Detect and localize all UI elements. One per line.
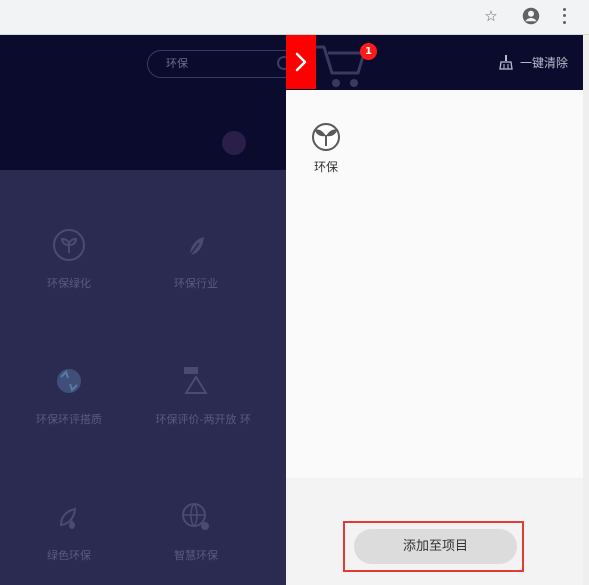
category-label: 智慧环保 xyxy=(174,549,218,562)
star-icon[interactable]: ☆ xyxy=(482,7,500,25)
leaf-water-icon xyxy=(59,507,77,529)
cart-icon[interactable] xyxy=(312,39,368,91)
chevron-right-icon xyxy=(295,52,307,72)
more-vert-icon[interactable] xyxy=(558,6,570,26)
recycle-earth-icon xyxy=(57,369,81,393)
cart-drawer: 1 一键清除 环保 添加至项目 xyxy=(286,35,583,585)
cart-item[interactable]: 环保 xyxy=(308,122,344,175)
account-icon[interactable] xyxy=(522,7,540,25)
category-label: 环保绿化 xyxy=(47,277,91,290)
category-item[interactable]: 环保环评搭质 xyxy=(14,363,124,427)
category-item[interactable]: 环保行业 xyxy=(141,227,251,291)
leaf-drop-icon xyxy=(189,237,204,256)
category-label: 绿色环保 xyxy=(47,549,91,562)
category-label: 环保环评搭质 xyxy=(36,413,102,426)
recycle-flag-icon xyxy=(184,367,208,394)
cart-item-label: 环保 xyxy=(313,160,338,174)
category-label: 环保行业 xyxy=(174,277,218,290)
clear-cart-button[interactable]: 一键清除 xyxy=(498,51,568,73)
add-to-project-button[interactable]: 添加至项目 xyxy=(354,529,517,564)
page-search-placeholder: 环保 xyxy=(166,57,188,70)
category-label: 环 xyxy=(240,413,251,426)
sprout-icon xyxy=(312,123,340,151)
broom-icon xyxy=(499,55,513,70)
category-item-partial: 环 xyxy=(240,411,280,427)
category-item[interactable]: 智慧环保 xyxy=(141,499,251,563)
add-button-highlight: 添加至项目 xyxy=(343,521,524,572)
scrollbar-track[interactable] xyxy=(583,35,589,585)
globe-gear-icon xyxy=(182,503,209,530)
category-item[interactable]: 环保评价-两开放 xyxy=(141,363,251,427)
category-item[interactable]: 环保绿化 xyxy=(14,227,124,291)
cart-drawer-footer: 添加至项目 xyxy=(286,478,583,585)
clear-cart-label: 一键清除 xyxy=(520,55,569,70)
cart-drawer-header: 1 一键清除 xyxy=(286,35,583,90)
browser-toolbar: ☆ xyxy=(0,0,589,35)
sprout-circle-icon xyxy=(53,229,85,261)
collapse-cart-button[interactable] xyxy=(286,35,316,89)
category-item[interactable]: 绿色环保 xyxy=(14,499,124,563)
cart-count-badge: 1 xyxy=(360,43,377,60)
address-bar[interactable] xyxy=(0,4,508,30)
category-label: 环保评价-两开放 xyxy=(155,413,237,426)
avatar xyxy=(222,131,246,155)
